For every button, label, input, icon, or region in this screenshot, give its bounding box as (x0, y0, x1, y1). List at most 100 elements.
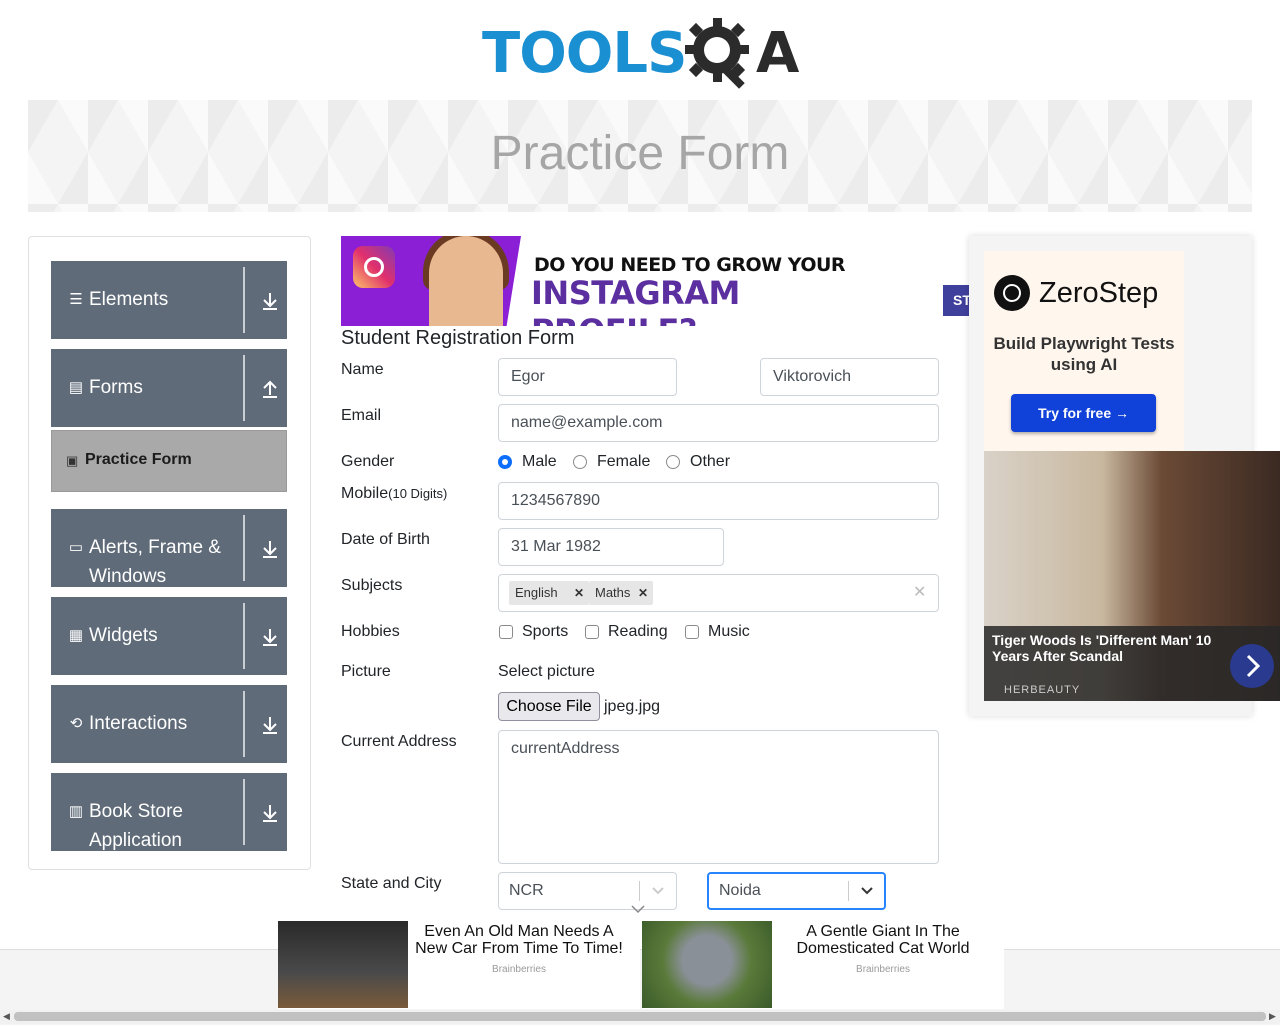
remove-chip-icon[interactable]: ✕ (569, 581, 589, 605)
ad-line-2: INSTAGRAM PROFILE? (531, 274, 740, 326)
sidebar-item-label: Practice Form (85, 451, 192, 468)
sidebar-group-interactions[interactable]: ⟲ Interactions (51, 685, 287, 763)
group-divider (243, 603, 245, 669)
sidebar-group-widgets[interactable]: ▦ Widgets (51, 597, 287, 675)
gender-male-radio[interactable] (498, 455, 512, 469)
subject-chip-label: Maths (595, 585, 631, 600)
chevron-down-icon (861, 887, 873, 895)
email-label: Email (341, 407, 382, 424)
city-select-value: Noida (719, 882, 761, 899)
mobile-input[interactable]: 1234567890 (498, 482, 939, 520)
window-icon: ▭ (68, 539, 84, 556)
books-icon: ▥ (68, 803, 84, 820)
instagram-icon (353, 246, 395, 288)
next-arrow-button[interactable] (1230, 644, 1274, 688)
menu-icon: ☰ (69, 291, 83, 308)
zerostep-ad[interactable]: ZeroStep Build Playwright Tests using AI… (984, 251, 1184, 451)
group-divider (243, 267, 245, 333)
sidebar-group-label: Book Store Application (89, 801, 183, 851)
scroll-right-icon[interactable]: ▶ (1269, 1011, 1276, 1022)
bottom-ad-cat[interactable]: A Gentle Giant In The Domesticated Cat W… (642, 921, 1004, 1009)
gender-female-radio[interactable] (573, 455, 587, 469)
download-icon[interactable] (261, 291, 279, 311)
widgets-icon: ▦ (68, 627, 84, 644)
sidebar-group-label: Forms (89, 377, 143, 398)
try-for-free-button[interactable]: Try for free → (1011, 394, 1156, 432)
group-divider (243, 355, 245, 421)
picture-label: Picture (341, 663, 391, 680)
toolsqa-logo[interactable]: TOOLS A (482, 16, 804, 90)
subject-chip-english: English ✕ (509, 581, 589, 605)
sidebar-group-alerts[interactable]: ▭ Alerts, Frame & Windows (51, 509, 287, 587)
upload-icon[interactable] (261, 379, 279, 399)
gender-male-label[interactable]: Male (522, 453, 557, 471)
zerostep-logo-icon (994, 275, 1030, 311)
state-select[interactable]: NCR (498, 872, 677, 910)
bottom-ad-title[interactable]: Even An Old Man Needs A New Car From Tim… (412, 923, 626, 957)
scroll-left-icon[interactable]: ◀ (3, 1011, 10, 1022)
gender-other-label[interactable]: Other (690, 453, 730, 471)
download-icon[interactable] (261, 539, 279, 559)
hobby-sports-checkbox[interactable] (499, 625, 513, 639)
current-address-label: Current Address (341, 733, 457, 750)
interactions-icon: ⟲ (69, 715, 83, 732)
news-ad-photo[interactable]: Tiger Woods Is 'Different Man' 10 Years … (984, 451, 1280, 701)
hobby-sports-label[interactable]: Sports (522, 623, 568, 641)
first-name-input[interactable]: Egor (498, 358, 677, 396)
gear-magnifier-icon (685, 18, 749, 89)
sidebar: ☰ Elements ▤ Forms ▣ Practice Form ▭ Ale… (28, 236, 311, 870)
sidebar-group-book-store[interactable]: ▥ Book Store Application (51, 773, 287, 851)
page-title: Practice Form (490, 127, 790, 180)
group-divider (243, 515, 245, 581)
news-headline[interactable]: Tiger Woods Is 'Different Man' 10 Years … (992, 632, 1222, 664)
bottom-ad-source: Brainberries (492, 964, 546, 975)
zerostep-subtitle: Build Playwright Tests using AI (993, 334, 1175, 374)
hobbies-label: Hobbies (341, 623, 400, 640)
gender-female-label[interactable]: Female (597, 453, 650, 471)
sidebar-item-practice-form[interactable]: ▣ Practice Form (51, 430, 287, 492)
document-icon: ▤ (68, 379, 84, 396)
sidebar-group-forms[interactable]: ▤ Forms (51, 349, 287, 427)
chevron-down-icon (652, 887, 664, 895)
select-separator (639, 881, 640, 901)
city-select[interactable]: Noida (707, 872, 886, 910)
hobby-music-label[interactable]: Music (708, 623, 750, 641)
select-picture-label: Select picture (498, 663, 595, 680)
gender-other-radio[interactable] (666, 455, 680, 469)
hobby-music-checkbox[interactable] (685, 625, 699, 639)
html5-icon: ▣ (66, 453, 79, 468)
mobile-label: Mobile(10 Digits) (341, 485, 447, 503)
group-divider (243, 779, 245, 845)
chevron-down-icon[interactable] (630, 904, 646, 914)
date-of-birth-input[interactable]: 31 Mar 1982 (498, 528, 724, 566)
mobile-label-text: Mobile (341, 485, 389, 502)
subject-chip-maths: Maths ✕ (589, 581, 653, 605)
sidebar-group-elements[interactable]: ☰ Elements (51, 261, 287, 339)
ad-cat-image (642, 921, 772, 1008)
instagram-ad-banner[interactable]: DO YOU NEED TO GROW YOUR INSTAGRAM PROFI… (341, 236, 901, 326)
hobby-reading-label[interactable]: Reading (608, 623, 668, 641)
zerostep-brand: ZeroStep (1039, 277, 1159, 309)
remove-chip-icon[interactable]: ✕ (633, 581, 653, 605)
download-icon[interactable] (261, 803, 279, 823)
email-input[interactable]: name@example.com (498, 404, 939, 442)
current-address-textarea[interactable]: currentAddress (498, 730, 939, 864)
download-icon[interactable] (261, 715, 279, 735)
selected-file-name: jpeg.jpg (604, 698, 661, 715)
bottom-ad-title[interactable]: A Gentle Giant In The Domesticated Cat W… (776, 923, 990, 957)
sidebar-group-label: Widgets (89, 625, 158, 646)
bottom-ad-car[interactable]: Even An Old Man Needs A New Car From Tim… (278, 921, 640, 1009)
scrollbar-thumb[interactable] (14, 1012, 1266, 1021)
sidebar-group-label: Alerts, Frame & Windows (89, 537, 221, 587)
choose-file-button[interactable]: Choose File (498, 692, 600, 721)
page-banner: Practice Form (28, 100, 1252, 212)
logo-text-a: A (756, 21, 799, 86)
last-name-input[interactable]: Viktorovich (760, 358, 939, 396)
download-icon[interactable] (261, 627, 279, 647)
subjects-input[interactable]: English ✕ Maths ✕ ✕ (498, 574, 939, 612)
hobby-reading-checkbox[interactable] (585, 625, 599, 639)
clear-subjects-icon[interactable]: ✕ (913, 575, 926, 611)
chevron-right-icon (1246, 654, 1261, 678)
ad-side-tag[interactable]: ST (943, 285, 969, 316)
subject-chip-label: English (515, 585, 558, 600)
